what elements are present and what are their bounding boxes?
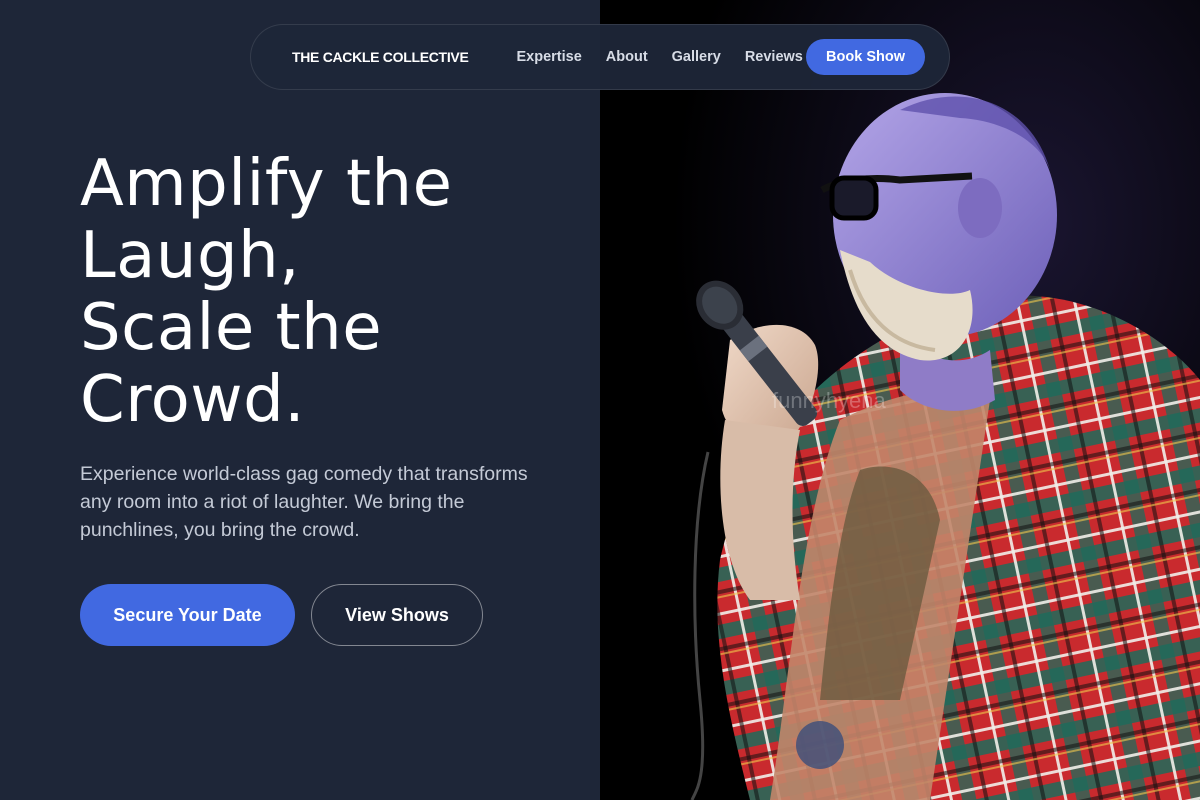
nav-link-expertise[interactable]: Expertise	[516, 49, 581, 65]
nav-links: Expertise About Gallery Reviews	[516, 49, 802, 65]
hero-subtitle: Experience world-class gag comedy that t…	[80, 463, 528, 541]
nav-link-gallery[interactable]: Gallery	[672, 49, 721, 65]
comedian-illustration	[600, 0, 1200, 800]
view-shows-button[interactable]: View Shows	[311, 584, 483, 646]
hero-title-line-1: Amplify the	[80, 147, 453, 221]
hero-title-line-4: Crowd.	[80, 363, 306, 437]
secure-date-button[interactable]: Secure Your Date	[80, 584, 295, 646]
hero-title-line-3: Scale the	[80, 291, 383, 365]
hero-title: Amplify the Laugh, Scale the Crowd.	[80, 148, 580, 436]
landing-page: funnyhyena THE CACKLE COLLECTIVE Experti…	[0, 0, 1200, 800]
nav-link-about[interactable]: About	[606, 49, 648, 65]
hero-cta-row: Secure Your Date View Shows	[80, 584, 580, 646]
nav-link-reviews[interactable]: Reviews	[745, 49, 803, 65]
photo-watermark: funnyhyena	[772, 388, 886, 413]
hero-photo	[600, 0, 1200, 800]
top-navigation: THE CACKLE COLLECTIVE Expertise About Ga…	[250, 24, 950, 90]
hero-title-line-2: Laugh,	[80, 219, 300, 293]
hero-section: Amplify the Laugh, Scale the Crowd. Expe…	[80, 148, 580, 646]
brand-logo-text[interactable]: THE CACKLE COLLECTIVE	[292, 49, 469, 65]
book-show-button[interactable]: Book Show	[806, 39, 925, 75]
